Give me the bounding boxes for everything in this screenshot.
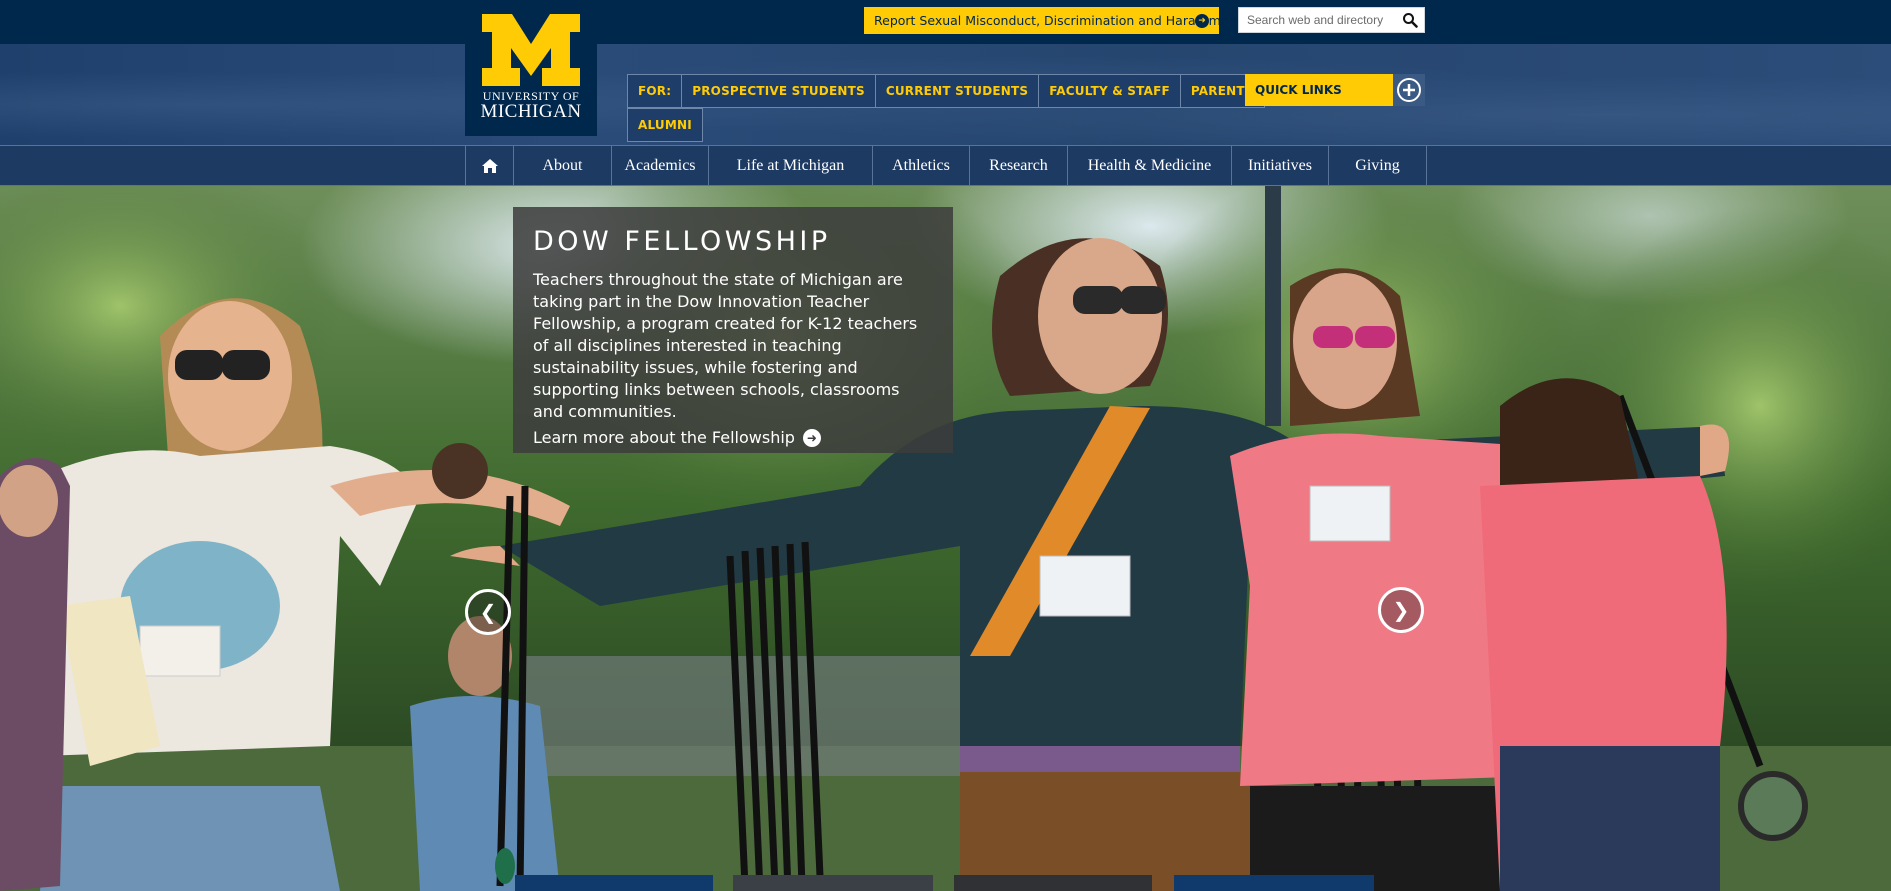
utility-bar: Report Sexual Misconduct, Discrimination… bbox=[0, 0, 1891, 44]
main-nav-items: About Academics Life at Michigan Athleti… bbox=[465, 146, 1427, 185]
nav-research[interactable]: Research bbox=[970, 146, 1068, 185]
search-box bbox=[1238, 7, 1425, 33]
audience-faculty-staff[interactable]: FACULTY & STAFF bbox=[1038, 74, 1181, 108]
nav-home[interactable] bbox=[466, 146, 514, 185]
audience-alumni[interactable]: ALUMNI bbox=[627, 108, 703, 142]
quick-links-toggle[interactable] bbox=[1393, 74, 1425, 106]
carousel-tab-3[interactable] bbox=[954, 875, 1152, 891]
audience-label: FOR: bbox=[627, 74, 683, 108]
logo-line2: MICHIGAN bbox=[480, 101, 582, 122]
feature-link-label: Learn more about the Fellowship bbox=[533, 428, 795, 447]
carousel-tabs bbox=[0, 875, 1891, 891]
audience-nav: FOR: PROSPECTIVE STUDENTS CURRENT STUDEN… bbox=[627, 74, 1265, 108]
carousel-prev-button[interactable]: ❮ bbox=[465, 589, 511, 635]
feature-title: DOW FELLOWSHIP bbox=[533, 226, 831, 257]
arrow-circle-right-icon: ➜ bbox=[802, 428, 821, 447]
feature-learn-more-link[interactable]: Learn more about the Fellowship ➜ bbox=[533, 428, 933, 447]
chevron-left-icon: ❮ bbox=[479, 600, 497, 624]
chevron-right-icon: ❯ bbox=[1392, 598, 1410, 622]
nav-academics[interactable]: Academics bbox=[612, 146, 709, 185]
feature-body: Teachers throughout the state of Michiga… bbox=[533, 270, 918, 421]
report-misconduct-button[interactable]: Report Sexual Misconduct, Discrimination… bbox=[864, 7, 1241, 34]
report-misconduct-label: Report Sexual Misconduct, Discrimination… bbox=[874, 13, 1242, 28]
feature-card: DOW FELLOWSHIP Teachers throughout the s… bbox=[513, 207, 953, 453]
plus-circle-icon bbox=[1397, 78, 1421, 102]
main-nav: About Academics Life at Michigan Athleti… bbox=[0, 145, 1891, 186]
carousel-tab-2[interactable] bbox=[733, 875, 933, 891]
audience-prospective-students[interactable]: PROSPECTIVE STUDENTS bbox=[681, 74, 876, 108]
carousel-tab-4[interactable] bbox=[1174, 875, 1374, 891]
home-icon bbox=[481, 158, 498, 173]
nav-initiatives[interactable]: Initiatives bbox=[1232, 146, 1329, 185]
quick-links-button[interactable]: QUICK LINKS bbox=[1245, 74, 1393, 106]
search-icon[interactable] bbox=[1402, 12, 1418, 28]
nav-about[interactable]: About bbox=[514, 146, 612, 185]
arrow-right-icon: ➜ bbox=[1195, 14, 1209, 28]
carousel-tab-1[interactable] bbox=[515, 875, 713, 891]
block-m-logo-icon bbox=[482, 14, 580, 86]
quick-links: QUICK LINKS bbox=[1245, 74, 1425, 106]
audience-current-students[interactable]: CURRENT STUDENTS bbox=[874, 74, 1040, 108]
carousel-next-button[interactable]: ❯ bbox=[1378, 587, 1424, 633]
nav-athletics[interactable]: Athletics bbox=[873, 146, 970, 185]
university-logo[interactable]: UNIVERSITY OF MICHIGAN bbox=[465, 0, 597, 136]
nav-health-medicine[interactable]: Health & Medicine bbox=[1068, 146, 1232, 185]
audience-nav-row2: ALUMNI bbox=[627, 108, 703, 142]
nav-life-at-michigan[interactable]: Life at Michigan bbox=[709, 146, 873, 185]
search-input[interactable] bbox=[1239, 8, 1389, 32]
nav-giving[interactable]: Giving bbox=[1329, 146, 1427, 185]
